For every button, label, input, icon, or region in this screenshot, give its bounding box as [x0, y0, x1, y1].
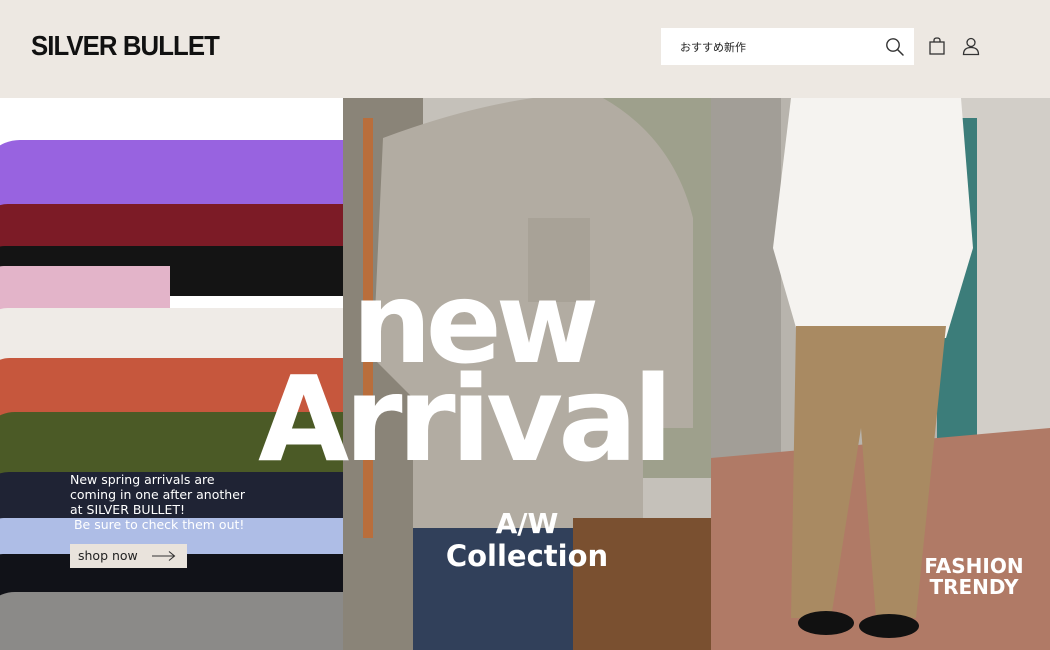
shirt-pink: [0, 266, 170, 314]
arrow-right-icon: [152, 551, 176, 561]
shirt-grey: [0, 592, 343, 650]
fashion-trendy-label: FASHION TRENDY: [924, 554, 1024, 599]
brand-logo[interactable]: SILVER BULLET: [31, 30, 220, 62]
search-icon[interactable]: [885, 37, 905, 57]
collection-season: A/W: [495, 507, 559, 540]
shopping-bag-icon[interactable]: [927, 36, 947, 56]
search-input[interactable]: [661, 28, 881, 65]
shop-now-label: shop now: [78, 548, 138, 563]
site-header: SILVER BULLET: [0, 0, 1050, 98]
search-bar: [661, 28, 914, 65]
collection-title: Collection: [445, 539, 609, 573]
headline-arrival: Arrival: [258, 350, 673, 488]
hero-tagline: New spring arrivals are coming in one af…: [70, 472, 246, 532]
shop-now-button[interactable]: shop now: [70, 544, 187, 568]
user-icon[interactable]: [961, 36, 981, 56]
